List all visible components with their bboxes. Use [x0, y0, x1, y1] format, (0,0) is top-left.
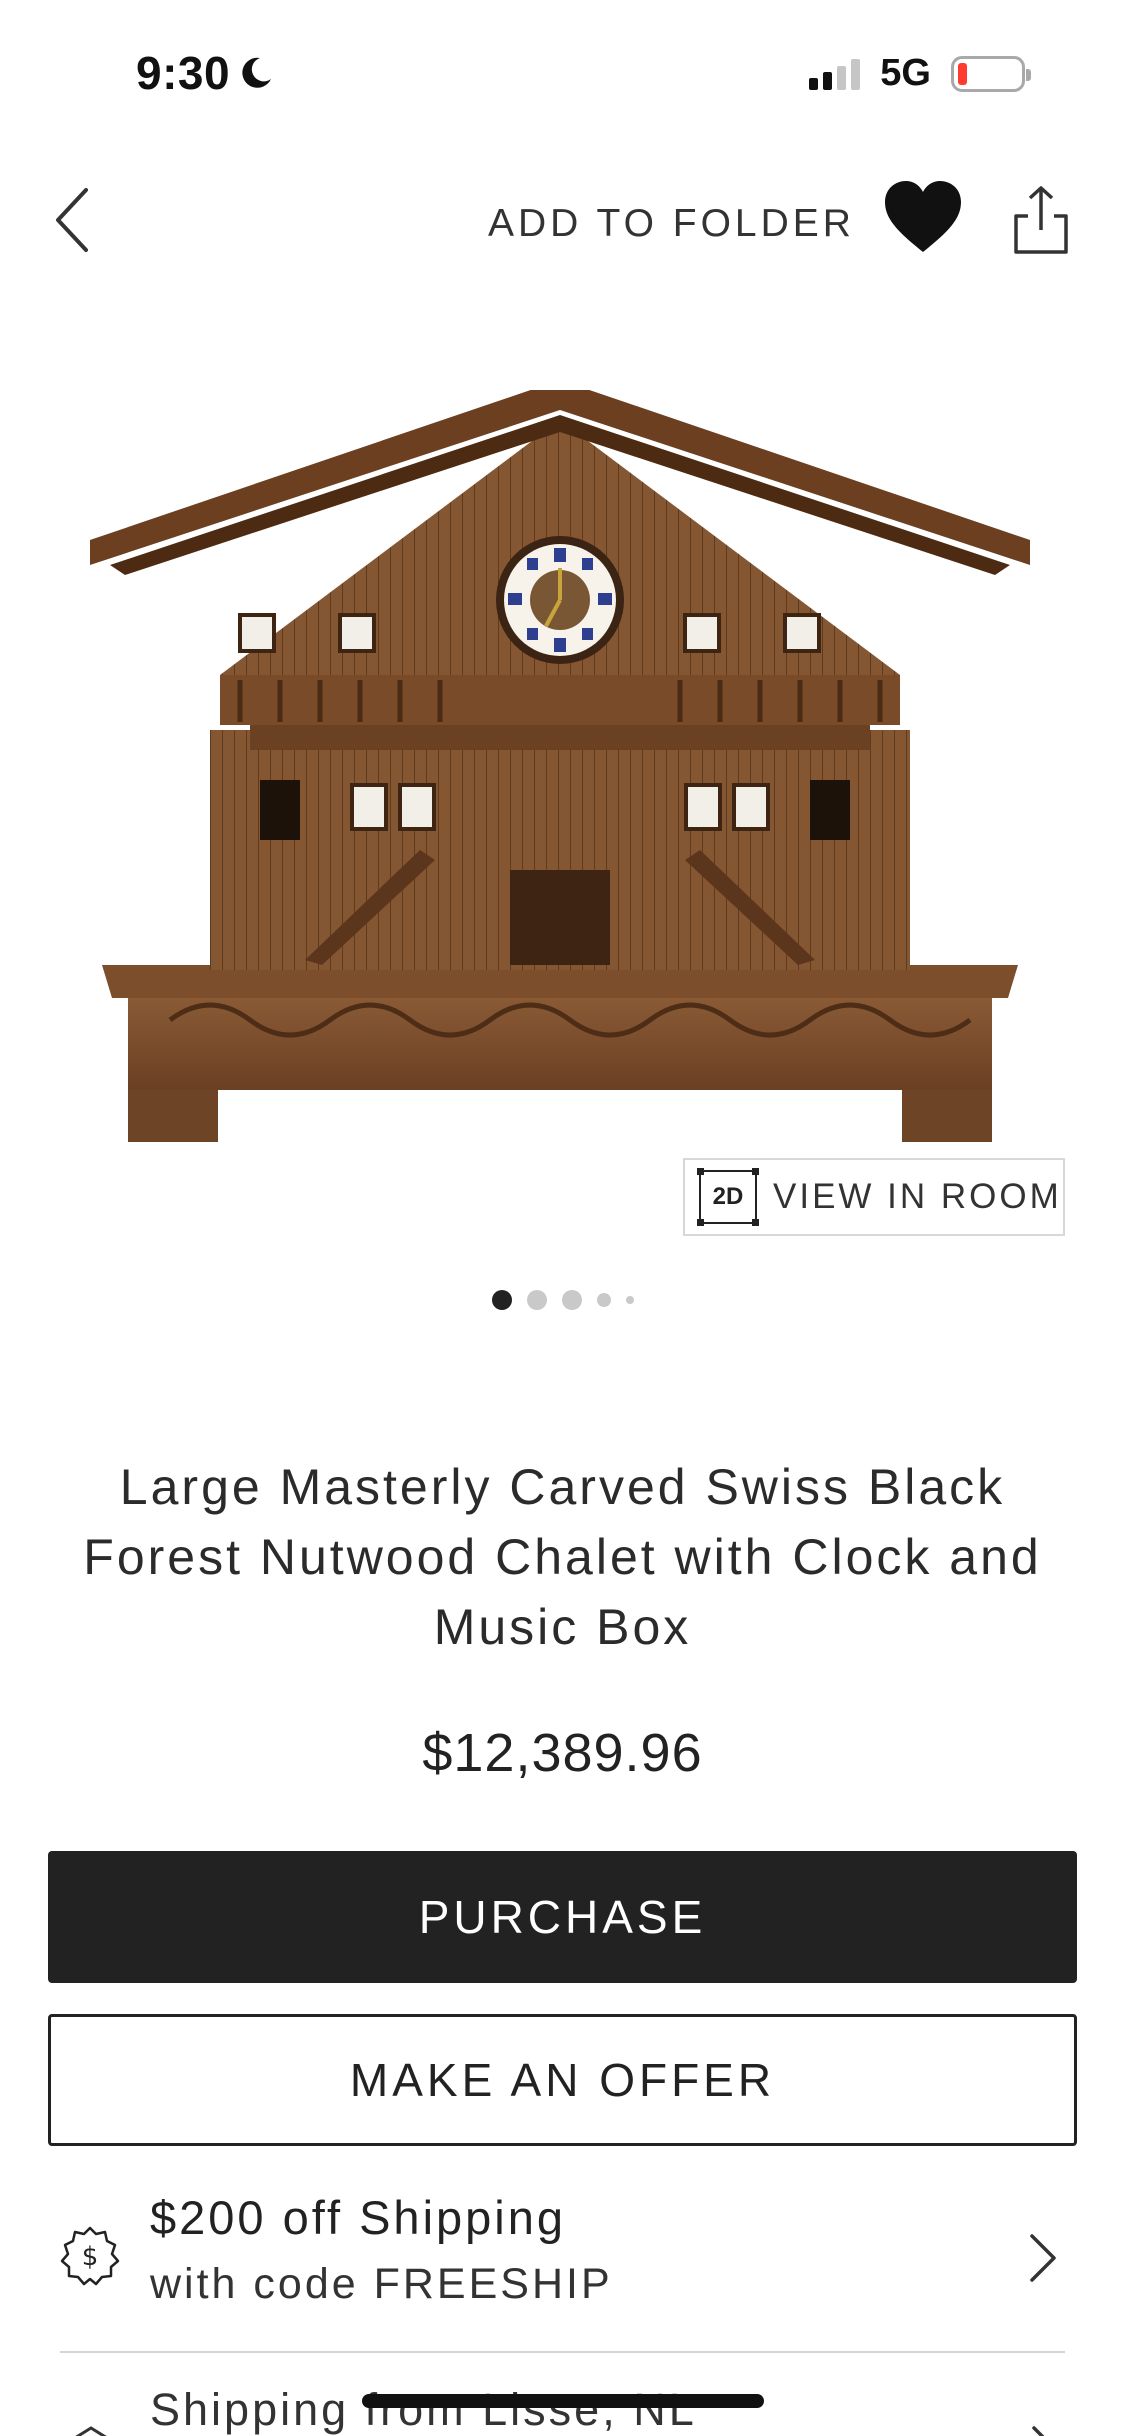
svg-text:$: $: [82, 2242, 99, 2272]
heart-icon[interactable]: [882, 178, 964, 256]
battery-level: [958, 62, 967, 85]
signal-strength-icon: [809, 58, 861, 90]
status-time: 9:30: [136, 46, 274, 100]
pagination-dot[interactable]: [526, 1290, 547, 1310]
shipping-box-icon: [75, 2426, 107, 2436]
2d-view-icon: 2D: [697, 1168, 759, 1226]
pagination-dot[interactable]: [596, 1293, 611, 1307]
network-type: 5G: [880, 52, 931, 94]
pagination-dot[interactable]: [625, 1296, 634, 1304]
gallery-pagination[interactable]: [0, 1290, 1125, 1310]
divider: [60, 2351, 1065, 2353]
shipping-origin-text[interactable]: Shipping from Lisse, NL: [150, 2384, 697, 2436]
moon-icon: [242, 57, 272, 88]
2d-badge-text: 2D: [712, 1183, 744, 1210]
product-image[interactable]: [90, 390, 1030, 1150]
product-title: Large Masterly Carved Swiss Black Forest…: [83, 1459, 1042, 1655]
view-in-room-label: VIEW IN ROOM: [773, 1177, 1062, 1216]
dollar-badge-icon: $: [60, 2226, 120, 2286]
battery-icon: [951, 55, 1031, 92]
pagination-dot[interactable]: [561, 1290, 582, 1310]
chevron-right-icon: [1032, 2426, 1045, 2436]
promo-code-text: with code FREESHIP: [150, 2260, 613, 2308]
status-time-text: 9:30: [136, 47, 231, 99]
home-indicator[interactable]: [362, 2394, 764, 2408]
product-page: 9:30 5G ADD TO FOLDER 2D VIEW IN ROOM La…: [0, 0, 1125, 2436]
product-price: $12,389.96: [422, 1723, 703, 1783]
pagination-dot[interactable]: [491, 1290, 512, 1310]
purchase-button[interactable]: PURCHASE: [48, 1851, 1077, 1983]
add-to-folder-button[interactable]: ADD TO FOLDER: [488, 202, 855, 246]
status-indicators: 5G: [809, 52, 1031, 95]
chevron-right-icon: [1030, 2234, 1056, 2282]
shipping-promo-row[interactable]: $ $200 off Shipping with code FREESHIP: [0, 2190, 1125, 2350]
make-an-offer-button[interactable]: MAKE AN OFFER: [48, 2014, 1077, 2146]
promo-title: $200 off Shipping: [150, 2191, 567, 2244]
view-in-room-button[interactable]: 2D VIEW IN ROOM: [683, 1158, 1065, 1236]
chevron-left-icon[interactable]: [48, 182, 98, 258]
share-icon[interactable]: [1012, 184, 1070, 256]
